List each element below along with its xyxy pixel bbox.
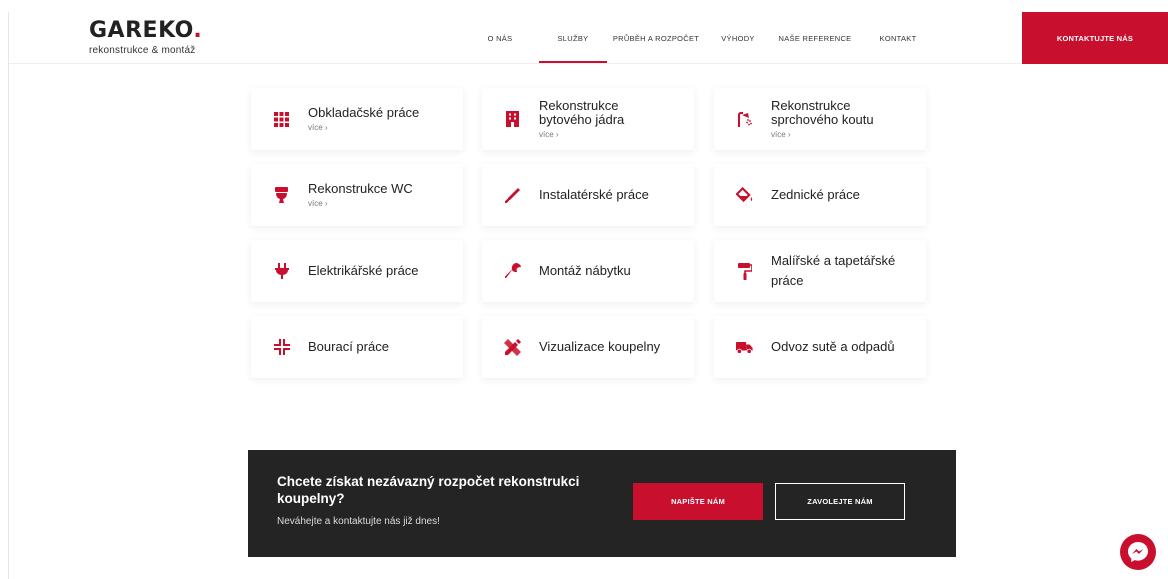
service-title: Zednické práce xyxy=(771,187,860,202)
paint-roller-icon xyxy=(736,262,753,280)
more-link[interactable]: více › xyxy=(308,199,413,208)
service-card-odvoz-sute-a-odpadu[interactable]: Odvoz sutě a odpadů xyxy=(714,316,926,378)
service-title: Rekonstrukce WC xyxy=(308,181,413,196)
toilet-icon xyxy=(273,187,290,204)
compress-icon xyxy=(273,339,290,356)
shower-icon xyxy=(736,111,753,128)
contact-us-button[interactable]: KONTAKTUJTE NÁS xyxy=(1022,12,1168,64)
service-title: Odvoz sutě a odpadů xyxy=(771,339,895,354)
service-card-montaz-nabytku[interactable]: Montáž nábytku xyxy=(482,240,694,302)
nav-item-prubeh-a-rozpocet[interactable]: PRŮBĚH A ROZPOČET xyxy=(609,12,703,64)
logo[interactable]: GAREKO. rekonstrukce & montáž xyxy=(89,18,203,57)
service-title: Obkladačské práce xyxy=(308,105,420,120)
service-title: Elektrikářské práce xyxy=(308,263,419,278)
service-card-zednicke-prace[interactable]: Zednické práce xyxy=(714,164,926,226)
call-us-button[interactable]: ZAVOLEJTE NÁM xyxy=(775,483,905,520)
messenger-icon xyxy=(1128,542,1148,562)
service-title: Rekonstrukce sprchového koutu xyxy=(771,98,874,127)
write-to-us-button[interactable]: NAPIŠTE NÁM xyxy=(633,483,763,520)
service-title: Malířské a tapetářské práce xyxy=(771,253,896,288)
service-card-rekonstrukce-bytoveho-jadra[interactable]: Rekonstrukce bytového jádra více › xyxy=(482,88,694,150)
window-top-edge xyxy=(0,0,1168,12)
logo-tagline: rekonstrukce & montáž xyxy=(89,45,196,56)
service-card-instalaterske-prace[interactable]: Instalatérské práce xyxy=(482,164,694,226)
nav-item-o-nas[interactable]: O NÁS xyxy=(479,12,521,64)
quote-banner: Chcete získat nezávazný rozpočet rekonst… xyxy=(248,450,956,557)
service-card-obkladacske-prace[interactable]: Obkladačské práce více › xyxy=(251,88,463,150)
tiles-icon xyxy=(273,111,290,128)
service-card-rekonstrukce-wc[interactable]: Rekonstrukce WC více › xyxy=(251,164,463,226)
truck-icon xyxy=(736,339,753,356)
paint-bucket-icon xyxy=(736,187,753,204)
service-card-vizualizace-koupelny[interactable]: Vizualizace koupelny xyxy=(482,316,694,378)
building-icon xyxy=(504,111,521,128)
wrench-icon xyxy=(504,263,521,280)
main-nav: O NÁS SLUŽBY PRŮBĚH A ROZPOČET VÝHODY NA… xyxy=(479,12,924,64)
service-card-rekonstrukce-sprchoveho-koutu[interactable]: Rekonstrukce sprchového koutu více › xyxy=(714,88,926,150)
service-title: Montáž nábytku xyxy=(539,263,631,278)
nav-item-sluzby[interactable]: SLUŽBY xyxy=(539,12,607,64)
service-title: Instalatérské práce xyxy=(539,187,649,202)
messenger-chat-button[interactable] xyxy=(1120,534,1156,570)
service-title: Vizualizace koupelny xyxy=(539,339,661,354)
banner-subtitle: Neváhejte a kontaktujte nás již dnes! xyxy=(277,516,440,527)
service-title: Rekonstrukce bytového jádra xyxy=(539,98,625,127)
pipe-icon xyxy=(504,187,521,204)
design-tools-icon xyxy=(504,338,521,356)
service-card-malirske-a-tapetarske-prace[interactable]: Malířské a tapetářské práce xyxy=(714,240,926,302)
nav-item-vyhody[interactable]: VÝHODY xyxy=(717,12,759,64)
window-left-edge xyxy=(0,12,9,579)
service-card-elektrikarske-prace[interactable]: Elektrikářské práce xyxy=(251,240,463,302)
more-link[interactable]: více › xyxy=(308,123,419,132)
banner-title: Chcete získat nezávazný rozpočet rekonst… xyxy=(277,474,580,506)
nav-item-kontakt[interactable]: KONTAKT xyxy=(872,12,924,64)
logo-wordmark: GAREKO. xyxy=(89,18,203,43)
service-card-bouraci-prace[interactable]: Bourací práce xyxy=(251,316,463,378)
site-header: GAREKO. rekonstrukce & montáž O NÁS SLUŽ… xyxy=(9,12,1168,64)
more-link[interactable]: více › xyxy=(539,130,649,139)
service-title: Bourací práce xyxy=(308,339,389,354)
plug-icon xyxy=(273,263,290,280)
nav-item-nase-reference[interactable]: NAŠE REFERENCE xyxy=(774,12,856,64)
more-link[interactable]: více › xyxy=(771,130,891,139)
